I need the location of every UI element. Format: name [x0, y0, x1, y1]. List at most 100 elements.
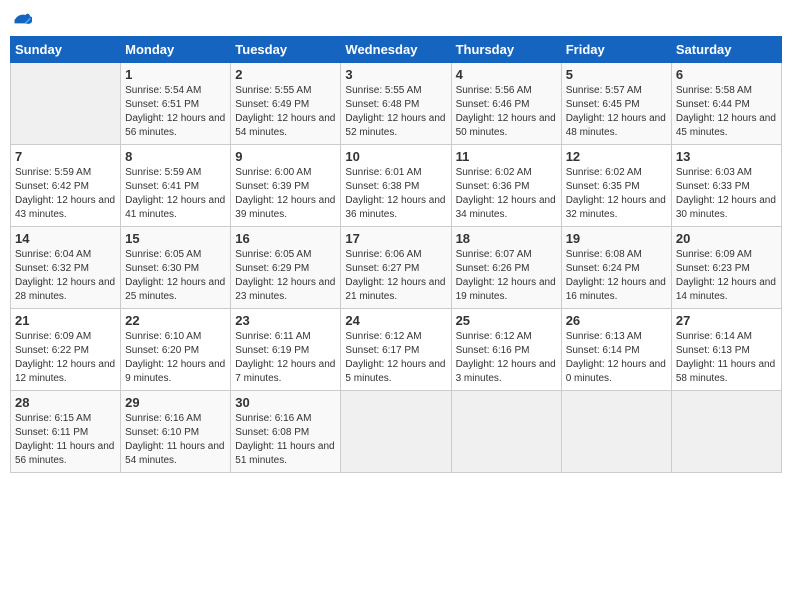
calendar-cell: 21 Sunrise: 6:09 AMSunset: 6:22 PMDaylig… [11, 309, 121, 391]
calendar-cell: 5 Sunrise: 5:57 AMSunset: 6:45 PMDayligh… [561, 63, 671, 145]
calendar-cell: 8 Sunrise: 5:59 AMSunset: 6:41 PMDayligh… [121, 145, 231, 227]
calendar-cell: 24 Sunrise: 6:12 AMSunset: 6:17 PMDaylig… [341, 309, 451, 391]
day-info: Sunrise: 6:16 AMSunset: 6:10 PMDaylight:… [125, 412, 226, 468]
day-info: Sunrise: 6:09 AMSunset: 6:23 PMDaylight:… [676, 248, 777, 304]
day-info: Sunrise: 6:14 AMSunset: 6:13 PMDaylight:… [676, 330, 777, 386]
calendar-cell [451, 391, 561, 473]
calendar-cell: 12 Sunrise: 6:02 AMSunset: 6:35 PMDaylig… [561, 145, 671, 227]
day-info: Sunrise: 6:00 AMSunset: 6:39 PMDaylight:… [235, 166, 336, 222]
day-info: Sunrise: 5:55 AMSunset: 6:48 PMDaylight:… [345, 84, 446, 140]
day-number: 15 [125, 231, 226, 246]
day-info: Sunrise: 6:04 AMSunset: 6:32 PMDaylight:… [15, 248, 116, 304]
day-number: 24 [345, 313, 446, 328]
calendar-cell [341, 391, 451, 473]
day-info: Sunrise: 6:07 AMSunset: 6:26 PMDaylight:… [456, 248, 557, 304]
day-info: Sunrise: 6:12 AMSunset: 6:17 PMDaylight:… [345, 330, 446, 386]
logo [10, 10, 32, 30]
day-number: 25 [456, 313, 557, 328]
calendar-cell: 9 Sunrise: 6:00 AMSunset: 6:39 PMDayligh… [231, 145, 341, 227]
day-number: 9 [235, 149, 336, 164]
day-info: Sunrise: 6:13 AMSunset: 6:14 PMDaylight:… [566, 330, 667, 386]
calendar-cell: 25 Sunrise: 6:12 AMSunset: 6:16 PMDaylig… [451, 309, 561, 391]
day-info: Sunrise: 6:10 AMSunset: 6:20 PMDaylight:… [125, 330, 226, 386]
day-number: 27 [676, 313, 777, 328]
calendar-cell: 23 Sunrise: 6:11 AMSunset: 6:19 PMDaylig… [231, 309, 341, 391]
calendar-header-monday: Monday [121, 37, 231, 63]
day-info: Sunrise: 6:16 AMSunset: 6:08 PMDaylight:… [235, 412, 336, 468]
day-number: 29 [125, 395, 226, 410]
calendar-cell: 10 Sunrise: 6:01 AMSunset: 6:38 PMDaylig… [341, 145, 451, 227]
day-number: 12 [566, 149, 667, 164]
calendar-cell: 2 Sunrise: 5:55 AMSunset: 6:49 PMDayligh… [231, 63, 341, 145]
day-info: Sunrise: 5:59 AMSunset: 6:41 PMDaylight:… [125, 166, 226, 222]
calendar-cell [671, 391, 781, 473]
calendar-cell: 28 Sunrise: 6:15 AMSunset: 6:11 PMDaylig… [11, 391, 121, 473]
logo-icon [12, 10, 32, 30]
calendar-cell [11, 63, 121, 145]
day-info: Sunrise: 6:11 AMSunset: 6:19 PMDaylight:… [235, 330, 336, 386]
calendar-week-row: 21 Sunrise: 6:09 AMSunset: 6:22 PMDaylig… [11, 309, 782, 391]
calendar-header-thursday: Thursday [451, 37, 561, 63]
day-info: Sunrise: 6:15 AMSunset: 6:11 PMDaylight:… [15, 412, 116, 468]
day-number: 23 [235, 313, 336, 328]
day-number: 26 [566, 313, 667, 328]
calendar-week-row: 1 Sunrise: 5:54 AMSunset: 6:51 PMDayligh… [11, 63, 782, 145]
calendar-cell: 30 Sunrise: 6:16 AMSunset: 6:08 PMDaylig… [231, 391, 341, 473]
day-number: 8 [125, 149, 226, 164]
calendar-cell: 26 Sunrise: 6:13 AMSunset: 6:14 PMDaylig… [561, 309, 671, 391]
day-number: 3 [345, 67, 446, 82]
calendar-cell: 6 Sunrise: 5:58 AMSunset: 6:44 PMDayligh… [671, 63, 781, 145]
calendar-cell: 20 Sunrise: 6:09 AMSunset: 6:23 PMDaylig… [671, 227, 781, 309]
day-info: Sunrise: 6:01 AMSunset: 6:38 PMDaylight:… [345, 166, 446, 222]
day-info: Sunrise: 5:58 AMSunset: 6:44 PMDaylight:… [676, 84, 777, 140]
day-number: 2 [235, 67, 336, 82]
calendar-cell: 18 Sunrise: 6:07 AMSunset: 6:26 PMDaylig… [451, 227, 561, 309]
day-number: 4 [456, 67, 557, 82]
day-info: Sunrise: 6:09 AMSunset: 6:22 PMDaylight:… [15, 330, 116, 386]
day-number: 11 [456, 149, 557, 164]
day-info: Sunrise: 6:03 AMSunset: 6:33 PMDaylight:… [676, 166, 777, 222]
day-number: 17 [345, 231, 446, 246]
calendar-header-friday: Friday [561, 37, 671, 63]
day-info: Sunrise: 5:54 AMSunset: 6:51 PMDaylight:… [125, 84, 226, 140]
calendar-cell: 13 Sunrise: 6:03 AMSunset: 6:33 PMDaylig… [671, 145, 781, 227]
day-number: 18 [456, 231, 557, 246]
calendar-header-sunday: Sunday [11, 37, 121, 63]
day-number: 16 [235, 231, 336, 246]
day-number: 22 [125, 313, 226, 328]
day-number: 10 [345, 149, 446, 164]
calendar-cell: 17 Sunrise: 6:06 AMSunset: 6:27 PMDaylig… [341, 227, 451, 309]
calendar-header-saturday: Saturday [671, 37, 781, 63]
day-info: Sunrise: 6:06 AMSunset: 6:27 PMDaylight:… [345, 248, 446, 304]
day-number: 28 [15, 395, 116, 410]
calendar-cell: 11 Sunrise: 6:02 AMSunset: 6:36 PMDaylig… [451, 145, 561, 227]
day-info: Sunrise: 5:59 AMSunset: 6:42 PMDaylight:… [15, 166, 116, 222]
calendar-cell: 29 Sunrise: 6:16 AMSunset: 6:10 PMDaylig… [121, 391, 231, 473]
day-info: Sunrise: 5:55 AMSunset: 6:49 PMDaylight:… [235, 84, 336, 140]
calendar-cell: 7 Sunrise: 5:59 AMSunset: 6:42 PMDayligh… [11, 145, 121, 227]
calendar-header-wednesday: Wednesday [341, 37, 451, 63]
day-number: 13 [676, 149, 777, 164]
calendar-cell: 15 Sunrise: 6:05 AMSunset: 6:30 PMDaylig… [121, 227, 231, 309]
day-info: Sunrise: 5:56 AMSunset: 6:46 PMDaylight:… [456, 84, 557, 140]
day-number: 7 [15, 149, 116, 164]
day-info: Sunrise: 6:08 AMSunset: 6:24 PMDaylight:… [566, 248, 667, 304]
calendar-table: SundayMondayTuesdayWednesdayThursdayFrid… [10, 36, 782, 473]
calendar-header-row: SundayMondayTuesdayWednesdayThursdayFrid… [11, 37, 782, 63]
calendar-week-row: 14 Sunrise: 6:04 AMSunset: 6:32 PMDaylig… [11, 227, 782, 309]
day-number: 6 [676, 67, 777, 82]
day-info: Sunrise: 6:12 AMSunset: 6:16 PMDaylight:… [456, 330, 557, 386]
calendar-cell: 22 Sunrise: 6:10 AMSunset: 6:20 PMDaylig… [121, 309, 231, 391]
day-number: 21 [15, 313, 116, 328]
day-number: 5 [566, 67, 667, 82]
day-info: Sunrise: 6:05 AMSunset: 6:29 PMDaylight:… [235, 248, 336, 304]
calendar-cell: 19 Sunrise: 6:08 AMSunset: 6:24 PMDaylig… [561, 227, 671, 309]
day-number: 19 [566, 231, 667, 246]
calendar-cell: 4 Sunrise: 5:56 AMSunset: 6:46 PMDayligh… [451, 63, 561, 145]
calendar-week-row: 7 Sunrise: 5:59 AMSunset: 6:42 PMDayligh… [11, 145, 782, 227]
calendar-cell: 3 Sunrise: 5:55 AMSunset: 6:48 PMDayligh… [341, 63, 451, 145]
calendar-cell: 27 Sunrise: 6:14 AMSunset: 6:13 PMDaylig… [671, 309, 781, 391]
calendar-week-row: 28 Sunrise: 6:15 AMSunset: 6:11 PMDaylig… [11, 391, 782, 473]
day-number: 1 [125, 67, 226, 82]
day-info: Sunrise: 5:57 AMSunset: 6:45 PMDaylight:… [566, 84, 667, 140]
